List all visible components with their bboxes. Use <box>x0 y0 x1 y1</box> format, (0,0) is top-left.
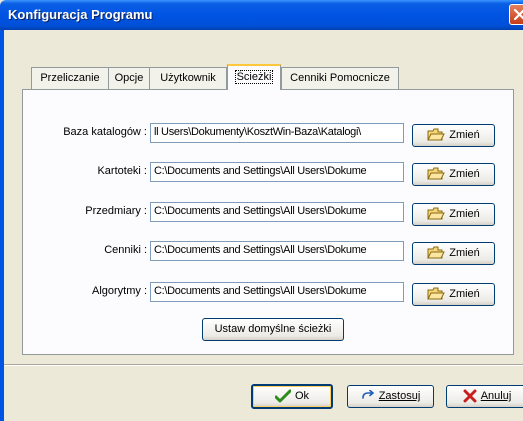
open-folder-icon <box>427 287 446 300</box>
tab-opcje[interactable]: Opcje <box>108 67 150 89</box>
separator <box>4 364 523 366</box>
change-button-kartoteki[interactable]: Zmień <box>412 163 495 186</box>
path-label: Cenniki : <box>104 244 147 256</box>
change-button-cenniki[interactable]: Zmień <box>412 242 495 265</box>
button-label: Zmień <box>449 288 480 300</box>
path-label: Przedmiary : <box>85 205 147 217</box>
tab-przeliczanie[interactable]: Przeliczanie <box>31 67 109 89</box>
close-icon <box>513 8 523 21</box>
button-label: Zmień <box>449 247 480 259</box>
tab-sciezki[interactable]: Ścieżki <box>227 64 281 90</box>
tab-cenniki-pomocnicze[interactable]: Cenniki Pomocnicze <box>281 67 399 89</box>
window-frame-left <box>0 30 4 421</box>
button-label: Zmień <box>449 208 480 220</box>
button-label: Ok <box>294 390 310 402</box>
set-default-paths-button[interactable]: Ustaw domyślne ścieżki <box>202 318 344 341</box>
button-label: Zmień <box>449 129 480 141</box>
button-label: Zmień <box>449 168 480 180</box>
change-button-baza-katalogow[interactable]: Zmień <box>412 124 495 147</box>
tab-label: Ścieżki <box>234 70 274 84</box>
cancel-x-icon <box>463 389 477 403</box>
apply-arrow-icon <box>361 390 374 399</box>
apply-button[interactable]: Zastosuj <box>347 385 434 408</box>
change-button-algorytmy[interactable]: Zmień <box>412 283 495 306</box>
path-field-przedmiary[interactable]: C:\Documents and Settings\All Users\Doku… <box>150 202 404 222</box>
open-folder-icon <box>427 207 446 220</box>
tab-label: Przeliczanie <box>40 72 100 84</box>
open-folder-icon <box>427 246 446 259</box>
open-folder-icon <box>427 128 446 141</box>
path-field-kartoteki[interactable]: C:\Documents and Settings\All Users\Doku… <box>150 162 404 182</box>
button-label: Zastosuj <box>378 390 421 402</box>
checkmark-icon <box>274 389 291 403</box>
open-folder-icon <box>427 167 446 180</box>
button-label: Anuluj <box>480 390 512 402</box>
close-button[interactable] <box>509 4 523 25</box>
tab-label: Użytkownik <box>160 72 216 84</box>
window-title: Konfiguracja Programu <box>8 7 153 22</box>
change-button-przedmiary[interactable]: Zmień <box>412 203 495 226</box>
path-field-cenniki[interactable]: C:\Documents and Settings\All Users\Doku… <box>150 241 404 261</box>
path-field-baza-katalogow[interactable]: ll Users\Dokumenty\KosztWin-Baza\Katalog… <box>150 123 404 143</box>
path-label: Kartoteki : <box>97 165 147 177</box>
path-field-algorytmy[interactable]: C:\Documents and Settings\All Users\Doku… <box>150 282 404 302</box>
path-label: Algorytmy : <box>91 285 147 297</box>
ok-button[interactable]: Ok <box>251 384 333 409</box>
tab-uzytkownik[interactable]: Użytkownik <box>149 67 227 89</box>
title-bar[interactable]: Konfiguracja Programu <box>0 0 523 30</box>
path-label: Baza katalogów : <box>63 126 147 138</box>
tab-label: Cenniki Pomocnicze <box>290 72 390 84</box>
tab-label: Opcje <box>114 72 144 84</box>
cancel-button[interactable]: Anuluj <box>446 385 523 408</box>
